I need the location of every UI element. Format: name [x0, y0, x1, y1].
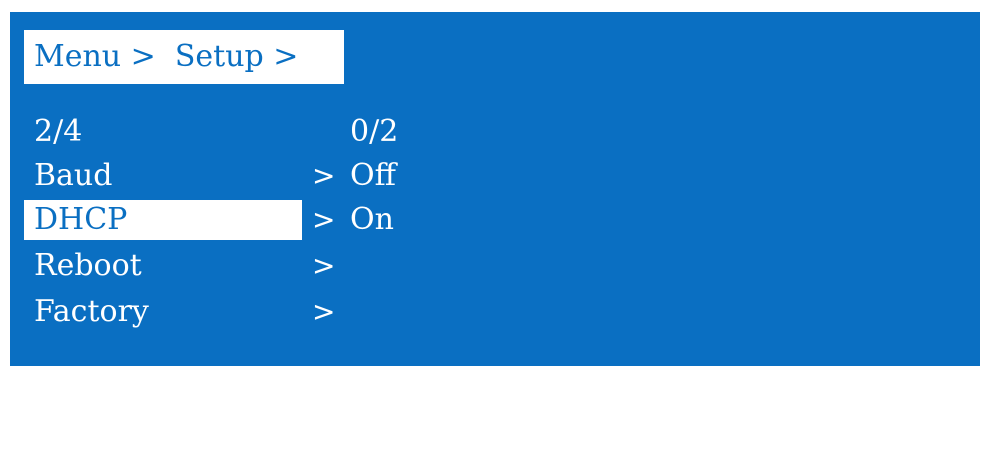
menu-item-label: DHCP — [34, 202, 128, 237]
chevron-right-icon: > — [312, 295, 336, 328]
menu-item-label: Reboot — [34, 248, 142, 283]
chevron-right-icon: > — [312, 249, 336, 282]
menu-page-indicator-row: 2/4 — [24, 110, 82, 154]
menu-page-indicator: 2/4 — [34, 114, 83, 149]
menu-item-reboot[interactable]: Reboot > — [24, 244, 335, 288]
chevron-right-icon: > — [312, 159, 336, 192]
menu-item-factory[interactable]: Factory > — [24, 290, 335, 334]
breadcrumb: Menu > Setup > — [24, 30, 344, 84]
menu-item-label: Baud — [34, 158, 113, 193]
submenu-option-on[interactable]: On — [350, 198, 394, 242]
chevron-right-icon: > — [312, 203, 336, 236]
device-screen: Menu > Setup > 2/4 0/2 Baud > Off DHCP >… — [10, 12, 980, 366]
submenu-option-off[interactable]: Off — [350, 154, 396, 198]
submenu-page-indicator: 0/2 — [350, 114, 399, 149]
menu-item-baud[interactable]: Baud > — [24, 154, 335, 198]
menu-item-dhcp[interactable]: DHCP > — [24, 198, 335, 242]
menu-item-label: Factory — [34, 294, 149, 329]
